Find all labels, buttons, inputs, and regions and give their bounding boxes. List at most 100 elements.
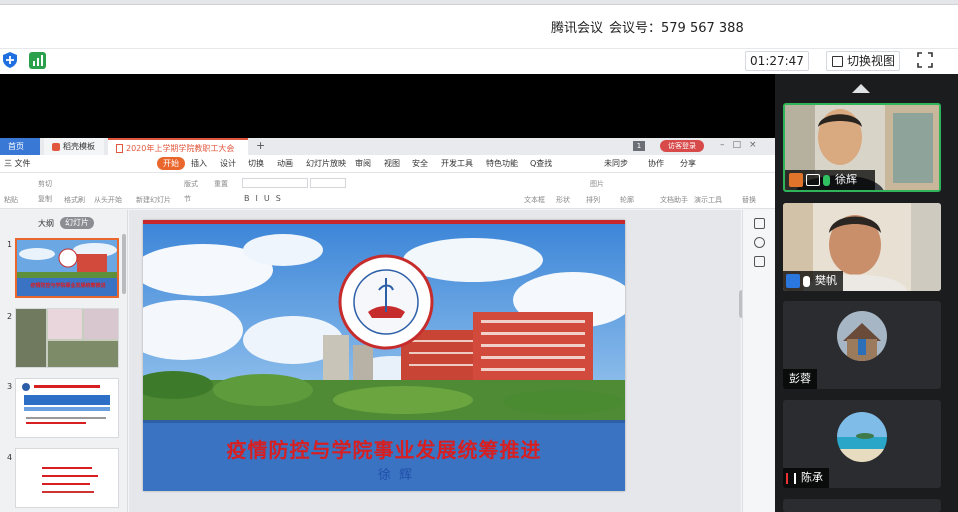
thumb-title: 疫情防控与学院事业发展统筹推进 [30, 283, 106, 289]
ribbon-reset[interactable]: 重置 [214, 179, 228, 189]
participant-name: 陈承 [801, 471, 823, 484]
menu-share[interactable]: 分享 [680, 158, 696, 169]
ribbon-replace[interactable]: 替换 [742, 195, 756, 205]
meeting-toolbar [0, 48, 958, 74]
tab-docer[interactable]: 稻壳模板 [44, 138, 104, 155]
participant-name-bar: 彭蓉 [783, 369, 817, 389]
slide-thumbnail-pane: 大纲 幻灯片 1 疫情防控与学院事业发展统筹推进 2 3 4 [0, 210, 128, 512]
participant-name-bar: 陈承 [783, 468, 829, 488]
slide-canvas: 疫情防控与学院事业发展统筹推进 徐辉 [129, 210, 746, 512]
avatar [837, 412, 887, 462]
user-icon [789, 173, 803, 187]
ribbon-copy[interactable]: 复制 [38, 194, 52, 204]
menu-view[interactable]: 视图 [384, 158, 400, 169]
ribbon-format-painter[interactable]: 格式刷 [64, 195, 85, 205]
slide-thumbnail-4[interactable] [15, 448, 119, 508]
slide-thumbnail-1[interactable]: 疫情防控与学院事业发展统筹推进 [15, 238, 119, 298]
network-signal-icon[interactable] [29, 52, 46, 69]
ribbon-outline[interactable]: 轮廓 [620, 195, 634, 205]
current-slide[interactable]: 疫情防控与学院事业发展统筹推进 徐辉 [143, 220, 625, 491]
participant-tile[interactable]: 徐辉 [783, 103, 941, 192]
font-name-select[interactable] [242, 178, 308, 188]
font-format-buttons[interactable]: BIUS [244, 194, 287, 203]
security-shield-icon[interactable] [3, 52, 17, 68]
ribbon-start[interactable]: 从头开始 [94, 195, 122, 205]
thumb-image [16, 379, 118, 437]
ribbon-cut[interactable]: 剪切 [38, 179, 52, 189]
window-count-badge: 1 [633, 141, 645, 151]
avatar [837, 311, 887, 361]
menu-search[interactable]: Q查找 [530, 158, 552, 169]
menu-file[interactable]: 三 文件 [4, 158, 31, 169]
mic-on-icon [823, 174, 830, 186]
animation-icon[interactable] [754, 237, 765, 248]
pane-scrollbar[interactable] [122, 234, 126, 294]
participant-tile[interactable] [783, 499, 941, 512]
tab-outline[interactable]: 大纲 [38, 218, 54, 229]
new-tab-button[interactable]: + [256, 139, 265, 152]
menu-review[interactable]: 审阅 [355, 158, 371, 169]
tab-presentation-label: 2020年上学期学院教职工大会 [126, 144, 235, 153]
font-size-select[interactable] [310, 178, 346, 188]
layers-icon[interactable] [754, 256, 765, 267]
slide-number: 1 [7, 240, 13, 249]
switch-view-button[interactable]: 切换视图 [826, 51, 900, 71]
view-grid-icon [832, 56, 843, 67]
thumb-image [16, 309, 118, 367]
ribbon-layout[interactable]: 版式 [184, 179, 198, 189]
participant-tile[interactable]: 樊帆 [783, 203, 941, 291]
ribbon-paste[interactable]: 粘贴 [4, 195, 18, 205]
ribbon-presentation-tools[interactable]: 演示工具 [694, 195, 722, 205]
shared-wps-window: 首页 稻壳模板 2020年上学期学院教职工大会 + 1 访客登录 –□× 三 文… [0, 138, 775, 512]
menu-features[interactable]: 特色功能 [486, 158, 518, 169]
ribbon-doc-assistant[interactable]: 文档助手 [660, 195, 688, 205]
menu-design[interactable]: 设计 [220, 158, 236, 169]
slide-thumbnail-3[interactable] [15, 378, 119, 438]
meeting-id: 会议号：579 567 388 [609, 21, 744, 36]
screen-share-icon [806, 174, 820, 186]
menu-slideshow[interactable]: 幻灯片放映 [306, 158, 346, 169]
ribbon-arrange[interactable]: 排列 [586, 195, 600, 205]
user-icon [786, 274, 800, 288]
switch-view-label: 切换视图 [847, 54, 896, 68]
window-controls[interactable]: –□× [720, 140, 765, 150]
slide-title[interactable]: 疫情防控与学院事业发展统筹推进 [143, 434, 625, 463]
ribbon-section[interactable]: 节 [184, 194, 191, 204]
menu-developer[interactable]: 开发工具 [441, 158, 473, 169]
participant-tile[interactable]: 彭蓉 [783, 301, 941, 389]
right-side-toolbar [742, 210, 775, 512]
ribbon-textbox[interactable]: 文本框 [524, 195, 545, 205]
fullscreen-icon[interactable] [917, 52, 933, 68]
menu-collab[interactable]: 协作 [648, 158, 664, 169]
menu-security[interactable]: 安全 [412, 158, 428, 169]
tab-docer-label: 稻壳模板 [63, 142, 95, 151]
slide-number: 3 [7, 382, 13, 391]
login-button[interactable]: 访客登录 [660, 140, 704, 152]
tab-home[interactable]: 首页 [0, 138, 40, 155]
ribbon-picture[interactable]: 图片 [590, 179, 604, 189]
slide-author[interactable]: 徐辉 [143, 464, 625, 483]
slide-number: 4 [7, 453, 13, 462]
app-name: 腾讯会议 [551, 21, 604, 36]
mic-muted-icon [803, 275, 810, 287]
participant-tile[interactable]: 陈承 [783, 400, 941, 488]
scroll-up-icon[interactable] [852, 84, 870, 93]
shared-screen-letterbox [0, 74, 775, 138]
tab-slides[interactable]: 幻灯片 [60, 217, 94, 229]
tab-presentation[interactable]: 2020年上学期学院教职工大会 [108, 138, 248, 155]
meeting-title: 腾讯会议 会议号：579 567 388 [551, 17, 744, 36]
meeting-timer: 01:27:47 [745, 51, 809, 71]
ribbon-shape[interactable]: 形状 [556, 195, 570, 205]
participant-name: 彭蓉 [789, 372, 811, 385]
participant-name: 樊帆 [815, 274, 837, 287]
menu-insert[interactable]: 插入 [191, 158, 207, 169]
menu-sync[interactable]: 未同步 [604, 158, 628, 169]
wps-ribbon: 粘贴 剪切 复制 格式刷 从头开始 新建幻灯片 版式 节 重置 BIUS 文本框… [0, 173, 775, 209]
settings-icon[interactable] [754, 218, 765, 229]
slide-thumbnail-2[interactable] [15, 308, 119, 368]
menu-home[interactable]: 开始 [157, 157, 185, 170]
ribbon-new-slide[interactable]: 新建幻灯片 [136, 195, 171, 205]
menu-transition[interactable]: 切换 [248, 158, 264, 169]
menu-animation[interactable]: 动画 [277, 158, 293, 169]
thumb-image [17, 240, 117, 296]
